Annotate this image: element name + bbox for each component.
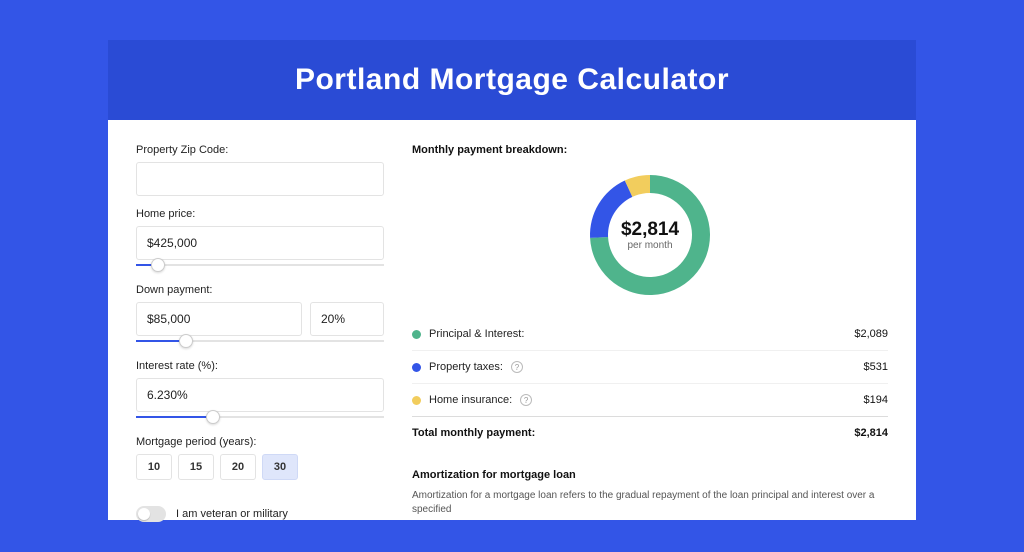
mortgage-period-label: Mortgage period (years): (136, 436, 384, 448)
down-payment-percent-input[interactable] (310, 302, 384, 336)
total-label: Total monthly payment: (412, 427, 535, 439)
inputs-column: Property Zip Code: Home price: Down paym… (136, 144, 384, 496)
down-payment-group: Down payment: (136, 284, 384, 348)
zip-input[interactable] (136, 162, 384, 196)
home-price-slider[interactable] (136, 258, 384, 272)
legend-dot-icon (412, 363, 421, 372)
slider-fill (136, 416, 213, 418)
breakdown-value: $2,089 (854, 328, 888, 340)
down-payment-label: Down payment: (136, 284, 384, 296)
breakdown-left: Property taxes:? (412, 361, 523, 373)
donut-center-amount: $2,814 (621, 219, 680, 240)
breakdown-row: Property taxes:? $531 (412, 351, 888, 384)
legend-dot-icon (412, 396, 421, 405)
breakdown-column: Monthly payment breakdown: $2,814 per mo… (412, 144, 888, 496)
interest-rate-label: Interest rate (%): (136, 360, 384, 372)
veteran-label: I am veteran or military (176, 508, 288, 520)
help-icon[interactable]: ? (511, 361, 523, 373)
calculator-card: Property Zip Code: Home price: Down paym… (108, 120, 916, 520)
home-price-group: Home price: (136, 208, 384, 272)
mortgage-period-tabs: 10152030 (136, 454, 384, 480)
legend-dot-icon (412, 330, 421, 339)
amortization-title: Amortization for mortgage loan (412, 469, 888, 481)
total-row: Total monthly payment: $2,814 (412, 417, 888, 449)
breakdown-value: $194 (864, 394, 888, 406)
breakdown-label: Property taxes: (429, 361, 503, 373)
donut-svg: $2,814 per month (585, 170, 715, 300)
amortization-text: Amortization for a mortgage loan refers … (412, 489, 888, 517)
title-bar: Portland Mortgage Calculator (108, 40, 916, 120)
donut-chart: $2,814 per month (412, 164, 888, 312)
period-tab-30[interactable]: 30 (262, 454, 298, 480)
home-price-input[interactable] (136, 226, 384, 260)
down-payment-slider[interactable] (136, 334, 384, 348)
home-price-label: Home price: (136, 208, 384, 220)
breakdown-label: Principal & Interest: (429, 328, 524, 340)
breakdown-row: Home insurance:? $194 (412, 384, 888, 417)
zip-group: Property Zip Code: (136, 144, 384, 196)
help-icon[interactable]: ? (520, 394, 532, 406)
breakdown-list: Principal & Interest: $2,089 Property taxe… (412, 318, 888, 417)
slider-thumb[interactable] (151, 258, 165, 272)
breakdown-left: Home insurance:? (412, 394, 532, 406)
veteran-toggle-row: I am veteran or military (136, 506, 384, 522)
breakdown-title: Monthly payment breakdown: (412, 144, 888, 156)
interest-rate-group: Interest rate (%): (136, 360, 384, 424)
period-tab-20[interactable]: 20 (220, 454, 256, 480)
breakdown-value: $531 (864, 361, 888, 373)
zip-label: Property Zip Code: (136, 144, 384, 156)
slider-track (136, 264, 384, 266)
veteran-toggle[interactable] (136, 506, 166, 522)
interest-rate-input[interactable] (136, 378, 384, 412)
breakdown-left: Principal & Interest: (412, 328, 524, 340)
total-value: $2,814 (854, 427, 888, 439)
page-title: Portland Mortgage Calculator (295, 63, 729, 97)
slider-thumb[interactable] (179, 334, 193, 348)
mortgage-period-group: Mortgage period (years): 10152030 (136, 436, 384, 480)
period-tab-15[interactable]: 15 (178, 454, 214, 480)
period-tab-10[interactable]: 10 (136, 454, 172, 480)
donut-center-sub: per month (627, 240, 672, 251)
breakdown-row: Principal & Interest: $2,089 (412, 318, 888, 351)
breakdown-label: Home insurance: (429, 394, 512, 406)
interest-rate-slider[interactable] (136, 410, 384, 424)
down-payment-amount-input[interactable] (136, 302, 302, 336)
slider-thumb[interactable] (206, 410, 220, 424)
toggle-knob (138, 508, 150, 520)
